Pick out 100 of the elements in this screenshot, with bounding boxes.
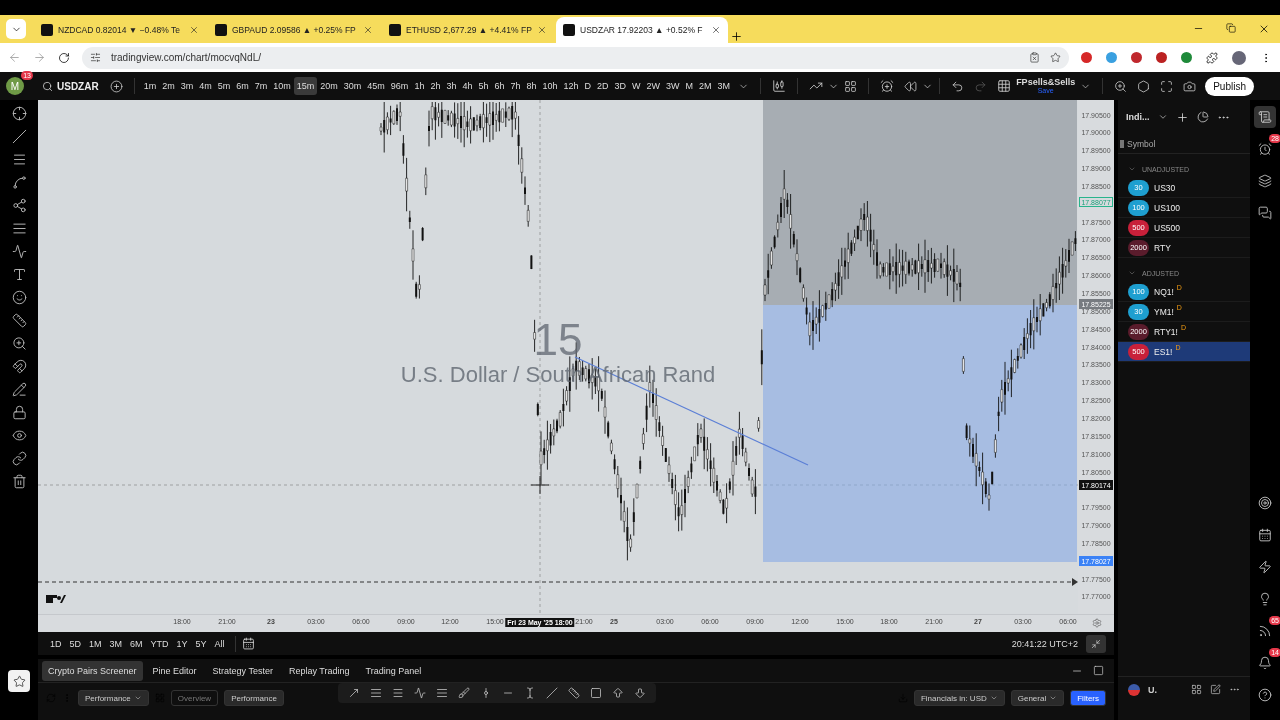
range-button[interactable]: 1M — [85, 636, 106, 651]
close-icon[interactable] — [189, 25, 199, 35]
zoom-icon[interactable] — [11, 336, 27, 351]
replay-icon[interactable] — [904, 79, 918, 93]
collapse-button[interactable] — [1086, 634, 1106, 653]
lines-icon[interactable] — [11, 152, 27, 167]
range-button[interactable]: 5D — [65, 636, 86, 651]
layout-icon[interactable] — [997, 79, 1012, 93]
interval-button[interactable]: 45m — [364, 77, 388, 95]
extension-icon[interactable] — [1081, 52, 1092, 63]
extension-icon[interactable] — [1131, 52, 1142, 63]
undo-icon[interactable] — [951, 79, 965, 93]
interval-button[interactable]: 8h — [523, 77, 540, 95]
price-axis[interactable] — [1078, 100, 1114, 614]
interval-button[interactable]: 3m — [177, 77, 197, 95]
lines-icon[interactable] — [392, 687, 404, 699]
panel-tab[interactable]: Crypto Pairs Screener — [42, 660, 143, 681]
channel-icon[interactable] — [370, 687, 382, 699]
close-icon[interactable] — [711, 25, 721, 35]
address-bar[interactable]: tradingview.com/chart/mocvqNdL/ — [81, 46, 1069, 69]
pie-chart-icon[interactable] — [1196, 111, 1209, 123]
interval-button[interactable]: 20m — [317, 77, 341, 95]
alert-icon[interactable] — [880, 79, 895, 93]
crosshair-icon[interactable] — [11, 106, 27, 121]
ruler-icon[interactable] — [11, 313, 27, 328]
interval-button[interactable]: 6h — [491, 77, 508, 95]
browser-tab[interactable]: NZDCAD 0.82014 ▼ −0.48% Te — [34, 17, 206, 43]
rectangle-icon[interactable] — [590, 687, 602, 699]
magnet-icon[interactable] — [11, 359, 27, 374]
lock-icon[interactable] — [11, 405, 27, 420]
bookmark-icon[interactable] — [1050, 52, 1061, 63]
close-icon[interactable] — [1258, 23, 1270, 35]
interval-button[interactable]: D — [581, 77, 595, 95]
range-button[interactable]: 6M — [126, 636, 147, 651]
smile-icon[interactable] — [11, 290, 27, 305]
interval-button[interactable]: 7h — [507, 77, 524, 95]
eye-icon[interactable] — [11, 428, 27, 443]
link-icon[interactable] — [11, 451, 27, 466]
interval-button[interactable]: 2W — [643, 77, 664, 95]
interval-button[interactable]: 96m — [387, 77, 412, 95]
pencil-icon[interactable] — [11, 382, 27, 397]
fib-icon[interactable] — [436, 687, 448, 699]
reload-icon[interactable] — [57, 51, 70, 64]
interval-button[interactable]: 3W — [663, 77, 683, 95]
range-button[interactable]: 3M — [105, 636, 127, 651]
panel-tab[interactable]: Replay Trading — [282, 660, 356, 681]
grid-icon[interactable] — [1191, 684, 1202, 695]
watchlist-title[interactable]: Indi... — [1126, 112, 1150, 122]
camera-icon[interactable] — [1183, 79, 1197, 93]
templates-icon[interactable] — [844, 79, 858, 93]
extensions-icon[interactable] — [1206, 51, 1218, 64]
interval-button[interactable]: 2m — [159, 77, 178, 95]
fib-icon[interactable] — [11, 221, 27, 236]
maximize-icon[interactable] — [1093, 664, 1104, 676]
forecast-icon[interactable] — [11, 244, 27, 259]
interval-button[interactable]: 1h — [411, 77, 428, 95]
brush-icon[interactable] — [458, 687, 470, 699]
preset-dropdown[interactable]: Performance — [78, 690, 149, 706]
nodes-icon[interactable] — [11, 198, 27, 213]
site-settings-icon[interactable] — [89, 52, 101, 63]
interval-button[interactable]: 2h — [427, 77, 444, 95]
view-tab[interactable]: Overview — [170, 690, 219, 706]
browser-tab[interactable]: GBPAUD 2.09586 ▲ +0.25% FP — [208, 17, 380, 43]
edit-icon[interactable] — [1210, 684, 1221, 695]
trash-icon[interactable] — [11, 474, 27, 489]
range-button[interactable]: 5Y — [191, 636, 211, 651]
interval-button[interactable]: 15m — [293, 77, 318, 95]
close-icon[interactable] — [363, 25, 373, 35]
arrow-up-icon[interactable] — [612, 687, 624, 699]
profile-avatar[interactable] — [1232, 50, 1246, 65]
interval-button[interactable]: 2D — [594, 77, 612, 95]
panel-tab[interactable]: Pine Editor — [146, 660, 203, 681]
interval-button[interactable]: 4m — [196, 77, 215, 95]
interval-button[interactable]: 3D — [611, 77, 630, 95]
extension-icon[interactable] — [1156, 52, 1167, 63]
range-button[interactable]: YTD — [146, 636, 173, 651]
interval-button[interactable]: 12h — [560, 77, 582, 95]
candles-icon[interactable] — [772, 79, 787, 93]
range-button[interactable]: 1D — [46, 636, 66, 651]
path-icon[interactable] — [414, 687, 426, 699]
interval-button[interactable]: 1m — [140, 77, 160, 95]
restore-icon[interactable] — [1226, 23, 1236, 33]
compare-icon[interactable] — [109, 79, 123, 93]
range-button[interactable]: 1Y — [172, 636, 192, 651]
interval-button[interactable]: 2M — [696, 77, 715, 95]
publish-button[interactable]: Publish — [1205, 76, 1254, 96]
interval-button[interactable]: 10m — [270, 77, 294, 95]
close-icon[interactable] — [537, 25, 547, 35]
interval-button[interactable]: 3h — [443, 77, 460, 95]
trend-line-icon[interactable] — [11, 129, 27, 144]
add-icon[interactable] — [1175, 110, 1189, 124]
interval-button[interactable]: W — [629, 77, 644, 95]
filters-button[interactable]: Filters — [1070, 690, 1106, 706]
calendar-icon[interactable] — [241, 637, 255, 650]
interval-button[interactable]: 10h — [539, 77, 561, 95]
clipboard-icon[interactable] — [1029, 52, 1040, 63]
interval-button[interactable]: 6m — [233, 77, 252, 95]
favorites-button[interactable] — [8, 670, 30, 692]
range-button[interactable]: All — [210, 636, 229, 651]
interval-button[interactable]: 4h — [459, 77, 476, 95]
